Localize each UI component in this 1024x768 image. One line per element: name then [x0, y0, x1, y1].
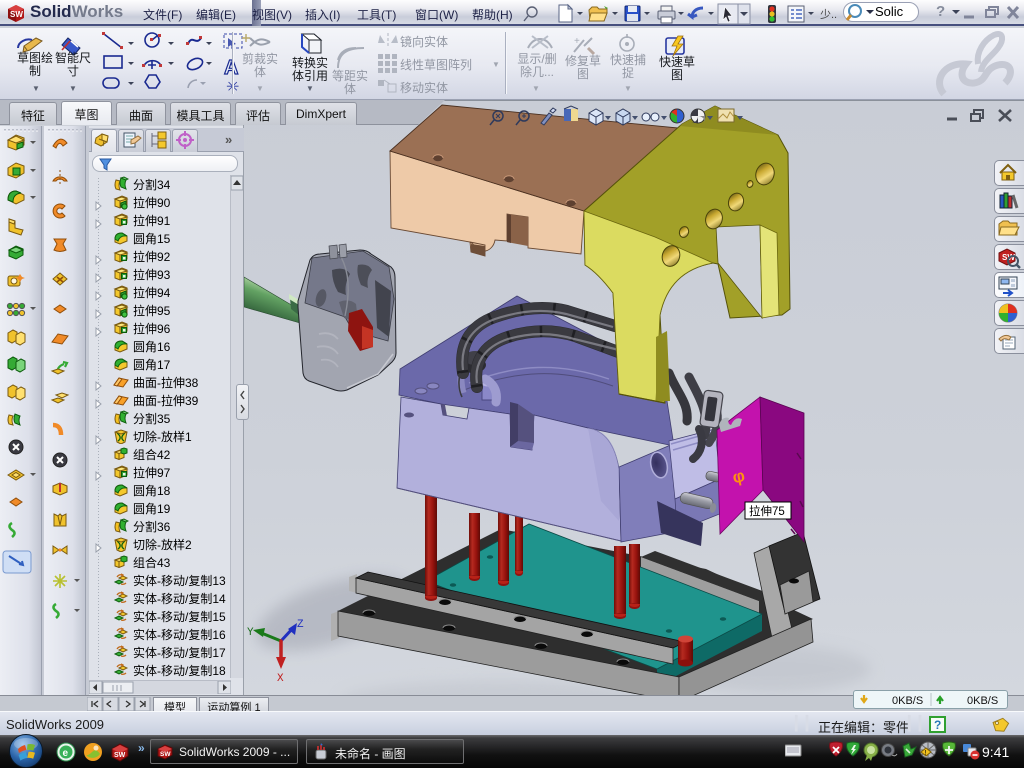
svg-text:0KB/S: 0KB/S — [967, 695, 998, 707]
svg-text:Z: Z — [297, 619, 304, 631]
svg-text:X: X — [277, 673, 284, 685]
svg-text:+: + — [574, 36, 580, 47]
svg-text:e: e — [63, 748, 69, 759]
svg-text:SW: SW — [160, 751, 171, 758]
svg-text:!: ! — [925, 750, 927, 757]
svg-text:SW: SW — [114, 752, 126, 759]
svg-text:Y: Y — [247, 627, 254, 639]
svg-text:拉伸75: 拉伸75 — [749, 504, 785, 518]
svg-text:»: » — [138, 741, 145, 755]
svg-text:0KB/S: 0KB/S — [892, 695, 923, 707]
svg-text:SW: SW — [10, 10, 23, 19]
svg-text:少..: 少.. — [820, 8, 837, 21]
